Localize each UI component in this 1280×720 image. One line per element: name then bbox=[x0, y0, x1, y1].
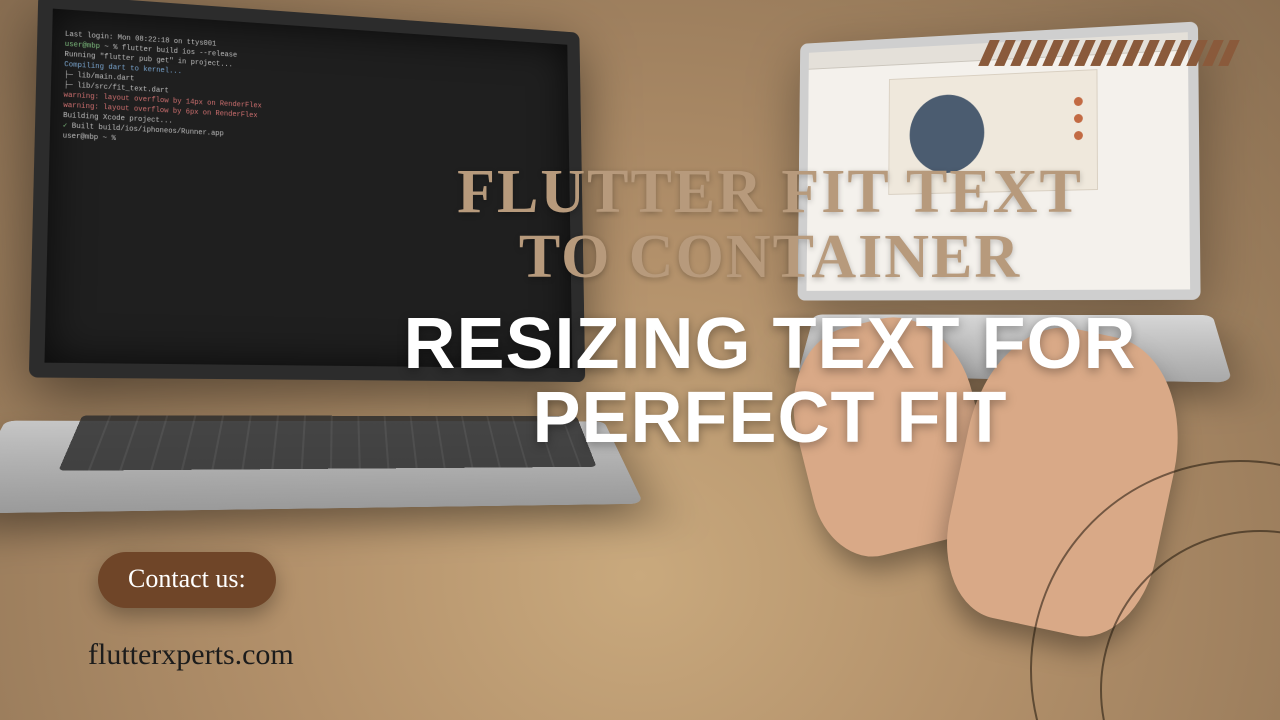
stripe-decoration bbox=[978, 40, 1240, 66]
promo-graphic: Last login: Mon 08:22:18 on ttys001 user… bbox=[0, 0, 1280, 720]
headline-title: FLUTTER FIT TEXT TO CONTAINER bbox=[320, 160, 1220, 290]
headline-subtitle-line2: PERFECT FIT bbox=[533, 378, 1008, 458]
headline-subtitle-line1: RESIZING TEXT FOR bbox=[403, 304, 1136, 384]
headline-block: FLUTTER FIT TEXT TO CONTAINER RESIZING T… bbox=[320, 160, 1220, 455]
contact-pill: Contact us: bbox=[98, 552, 276, 608]
bullet-list-icon bbox=[1074, 89, 1083, 148]
headline-title-line2: TO CONTAINER bbox=[519, 223, 1021, 291]
headline-subtitle: RESIZING TEXT FOR PERFECT FIT bbox=[320, 308, 1220, 455]
website-url: flutterxperts.com bbox=[88, 638, 294, 672]
contact-label: Contact us: bbox=[128, 564, 246, 593]
headline-title-line1: FLUTTER FIT TEXT bbox=[457, 158, 1083, 226]
